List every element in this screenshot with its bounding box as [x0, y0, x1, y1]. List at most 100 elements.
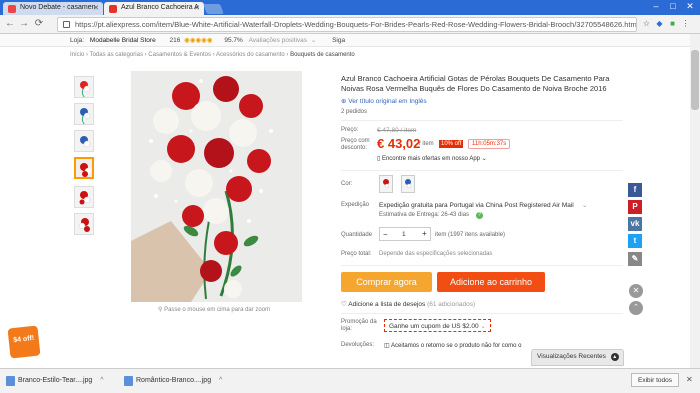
coupon-text: Ganhe um cupom de US $2.00 [389, 323, 479, 330]
buy-now-button[interactable]: Comprar agora [341, 272, 432, 292]
share-bar: f P vk t ✎ [628, 183, 643, 269]
increment-button[interactable]: + [422, 229, 427, 238]
close-circle-icon[interactable]: ✕ [629, 284, 643, 298]
store-bar: Loja: Modabelle Bridal Store 216 ◉◉◉◉◉ 9… [0, 34, 700, 47]
breadcrumb-item[interactable]: Todas as categorias [90, 52, 143, 58]
app-offer-link[interactable]: ▯ Encontre mais ofertas em nosso App ⌄ [377, 155, 487, 162]
address-toolbar: ← → ⟳ https://pt.aliexpress.com/item/Blu… [0, 15, 700, 34]
recent-views-tab[interactable]: Visualizações Recentes ▲ [531, 349, 624, 366]
divider [341, 313, 623, 314]
maximize-icon[interactable]: □ [665, 1, 681, 11]
chevron-up-icon[interactable]: ^ [100, 377, 103, 384]
show-all-downloads-button[interactable]: Exibir todos [631, 373, 679, 387]
store-name[interactable]: Modabelle Bridal Store [90, 37, 156, 44]
orders-count: 2 pedidos [341, 109, 368, 115]
download-filename: Romântico-Branco....jpg [136, 377, 212, 384]
countdown-timer: 11h:05m:37s [468, 139, 511, 149]
chevron-down-icon: ⌄ [480, 323, 486, 330]
forward-arrow-icon[interactable]: → [18, 18, 30, 29]
shipping-label: Expedição [341, 202, 370, 208]
product-thumbnail-selected[interactable] [74, 157, 94, 179]
heart-favicon-icon [8, 5, 16, 13]
pinterest-icon[interactable]: P [628, 200, 642, 214]
star-icon[interactable]: ☆ [641, 19, 652, 30]
chevron-up-icon: ▲ [610, 353, 619, 361]
close-window-icon[interactable]: ✕ [682, 1, 698, 12]
downloads-bar: Branco-Estilo-Tear....jpg ^ Romântico-Br… [0, 368, 700, 393]
product-info: Azul Branco Cachoeira Artificial Gotas d… [341, 74, 623, 352]
returns-label: Devoluções: [341, 342, 375, 348]
minimize-icon[interactable]: – [648, 1, 664, 11]
breadcrumb-item[interactable]: Casamentos & Eventos [148, 52, 211, 58]
scroll-top-icon[interactable]: ⌃ [629, 301, 643, 315]
zoom-hint: ⚲ Passe o mouse em cima para dar zoom [158, 306, 270, 313]
close-downloads-icon[interactable]: ✕ [686, 375, 693, 384]
chevron-up-icon[interactable]: ^ [219, 377, 222, 384]
price-label: Preço: [341, 127, 359, 133]
returns-text: ◫ Aceitamos o retorno se o produto não f… [384, 342, 521, 349]
product-thumbnail[interactable] [74, 103, 94, 125]
close-tab-icon[interactable]: ✕ [93, 4, 99, 12]
color-option-red[interactable] [379, 175, 393, 193]
wishlist-text: Adicione a lista de desejos [348, 301, 426, 308]
shield-extension-icon[interactable]: ■ [667, 19, 678, 30]
breadcrumb-item[interactable]: Acessórios do casamento [216, 52, 285, 58]
divider [341, 170, 623, 171]
breadcrumb: Início › Todas as categorias › Casamento… [70, 52, 355, 58]
tab-aliexpress[interactable]: Azul Branco Cachoeira A ✕ [104, 2, 204, 15]
reload-icon[interactable]: ⟳ [33, 18, 45, 29]
back-arrow-icon[interactable]: ← [4, 18, 16, 29]
product-thumbnail[interactable] [74, 213, 94, 235]
edit-icon[interactable]: ✎ [628, 252, 642, 266]
quantity-label: Quantidade [341, 232, 373, 238]
facebook-icon[interactable]: f [628, 183, 642, 197]
product-main-image[interactable] [131, 71, 302, 302]
aliexpress-favicon-icon [109, 5, 117, 13]
action-buttons: Comprar agora Adicione ao carrinho [341, 272, 623, 300]
promo-sticker[interactable]: $4 off! [7, 325, 41, 359]
tab-label: Azul Branco Cachoeira A [121, 4, 199, 11]
vk-icon[interactable]: vk [628, 217, 642, 231]
extension-icon[interactable]: ◆ [654, 19, 665, 30]
image-file-icon [6, 376, 15, 386]
color-option-blue[interactable] [401, 175, 415, 193]
quantity-stepper: − 1 + [379, 227, 431, 241]
image-file-icon [124, 376, 133, 386]
store-promo-label: Promoção da loja: [341, 319, 377, 332]
store-score: 216 [169, 37, 181, 44]
returns-text-value: Aceitamos o retorno se o produto não for… [391, 343, 522, 349]
close-tab-icon[interactable]: ✕ [194, 4, 200, 12]
quantity-value[interactable]: 1 [402, 231, 406, 238]
tab-novo-debate[interactable]: Novo Debate - casamen ✕ [3, 2, 103, 15]
scrollbar-thumb[interactable] [691, 50, 699, 110]
download-item[interactable]: Romântico-Branco....jpg ^ [122, 374, 232, 389]
product-thumbnail[interactable] [74, 186, 94, 208]
add-to-cart-button[interactable]: Adicione ao carrinho [437, 272, 545, 292]
coupon-button[interactable]: Ganhe um cupom de US $2.00 ⌄ [384, 319, 491, 332]
menu-icon[interactable]: ⋮ [680, 19, 691, 30]
breadcrumb-current: Bouquets de casamento [290, 52, 355, 58]
product-thumbnail[interactable] [74, 130, 94, 152]
help-icon[interactable]: ? [476, 212, 483, 219]
new-tab-button[interactable] [203, 4, 224, 14]
twitter-icon[interactable]: t [628, 234, 642, 248]
breadcrumb-item[interactable]: Início [70, 52, 84, 58]
follow-link[interactable]: Siga [332, 37, 345, 44]
discount-badge: 10% off [439, 140, 464, 148]
url-input[interactable]: https://pt.aliexpress.com/item/Blue-Whit… [57, 17, 637, 32]
medal-icons: ◉◉◉◉◉ [184, 37, 213, 44]
chevron-down-icon[interactable]: ⌄ [582, 201, 587, 209]
download-item[interactable]: Branco-Estilo-Tear....jpg ^ [4, 374, 114, 389]
original-title-link[interactable]: ⊕ Ver título original em Inglês [341, 97, 623, 105]
tab-label: Novo Debate - casamen [20, 4, 96, 11]
wishlist-link[interactable]: ♡ Adicione a lista de desejos (61 adicio… [341, 300, 623, 308]
divider [341, 265, 623, 266]
quantity-block: Quantidade − 1 + item (1997 itens availa… [341, 227, 623, 249]
decrement-button[interactable]: − [383, 230, 388, 239]
product-title: Azul Branco Cachoeira Artificial Gotas d… [341, 74, 610, 93]
zoom-hint-text: Passe o mouse em cima para dar zoom [164, 307, 271, 313]
chevron-down-icon[interactable]: ⌄ [311, 37, 316, 44]
discount-price: € 43,02 [377, 136, 421, 151]
product-thumbnail[interactable] [74, 76, 94, 98]
store-promo-block: Promoção da loja: Ganhe um cupom de US $… [341, 319, 623, 339]
